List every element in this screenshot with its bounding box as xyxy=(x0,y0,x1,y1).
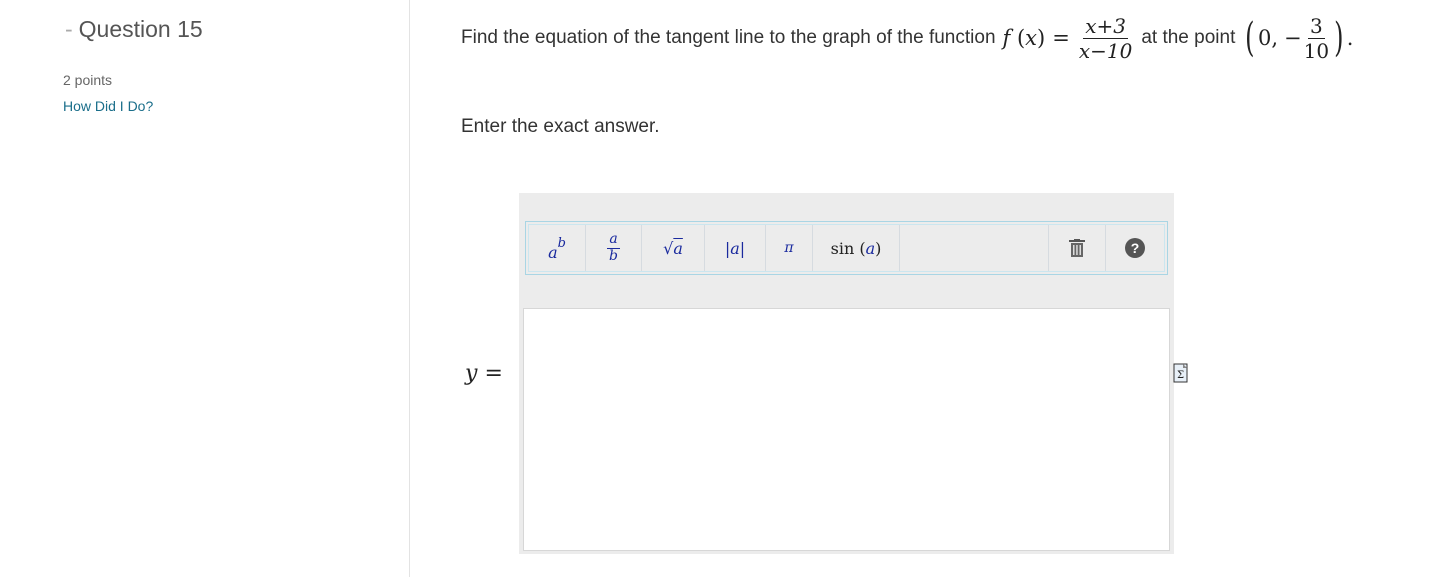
fraction-denominator: x−10 xyxy=(1078,38,1133,63)
point-denominator: 10 xyxy=(1303,38,1330,63)
fraction-button[interactable]: ab xyxy=(586,225,642,271)
question-prompt: Find the equation of the tangent line to… xyxy=(461,12,1353,64)
answer-label: y = xyxy=(465,361,503,386)
collapse-dash[interactable]: - xyxy=(65,16,73,42)
pi-button[interactable]: π xyxy=(766,225,813,271)
prompt-text-middle: at the point xyxy=(1141,27,1236,48)
instruction-text: Enter the exact answer. xyxy=(461,116,660,137)
how-did-i-do-link[interactable]: How Did I Do? xyxy=(63,98,153,114)
help-button[interactable]: ? xyxy=(1106,225,1164,271)
question-points: 2 points xyxy=(63,72,113,88)
fraction-numerator: x+3 xyxy=(1083,13,1128,39)
math-toolbar: ab ab √ a |a| π sin (a) ? xyxy=(525,221,1168,275)
function-name: f xyxy=(1002,26,1011,50)
sqrt-button[interactable]: √ a xyxy=(642,225,705,271)
abs-button[interactable]: |a| xyxy=(705,225,766,271)
sigma-icon[interactable]: Σ xyxy=(1173,363,1190,383)
prompt-period: . xyxy=(1346,26,1354,50)
svg-text:Σ: Σ xyxy=(1177,370,1184,381)
math-editor: ab ab √ a |a| π sin (a) ? xyxy=(519,193,1174,554)
function-expression: f (x) = x+3 x−10 xyxy=(1002,13,1133,63)
question-sidebar: - Question 15 2 points How Did I Do? xyxy=(0,0,410,577)
help-icon: ? xyxy=(1125,238,1145,258)
exponent-button[interactable]: ab xyxy=(529,225,586,271)
function-arg: x xyxy=(1025,26,1038,50)
answer-input[interactable] xyxy=(523,308,1170,551)
point-numerator: 3 xyxy=(1307,13,1325,39)
trash-icon[interactable] xyxy=(1049,225,1106,271)
question-title: Question 15 xyxy=(78,16,203,42)
point-expression: ( 0, − 3 10 ) . xyxy=(1245,13,1354,63)
function-fraction: x+3 x−10 xyxy=(1079,16,1133,61)
point-fraction: 3 10 xyxy=(1304,16,1329,61)
point-x: 0, xyxy=(1257,26,1279,50)
prompt-text-before: Find the equation of the tangent line to… xyxy=(461,27,996,48)
point-negative: − xyxy=(1284,26,1302,50)
equals-sign: = xyxy=(1052,26,1070,50)
sin-button[interactable]: sin (a) xyxy=(813,225,900,271)
question-header[interactable]: - Question 15 xyxy=(65,16,203,43)
